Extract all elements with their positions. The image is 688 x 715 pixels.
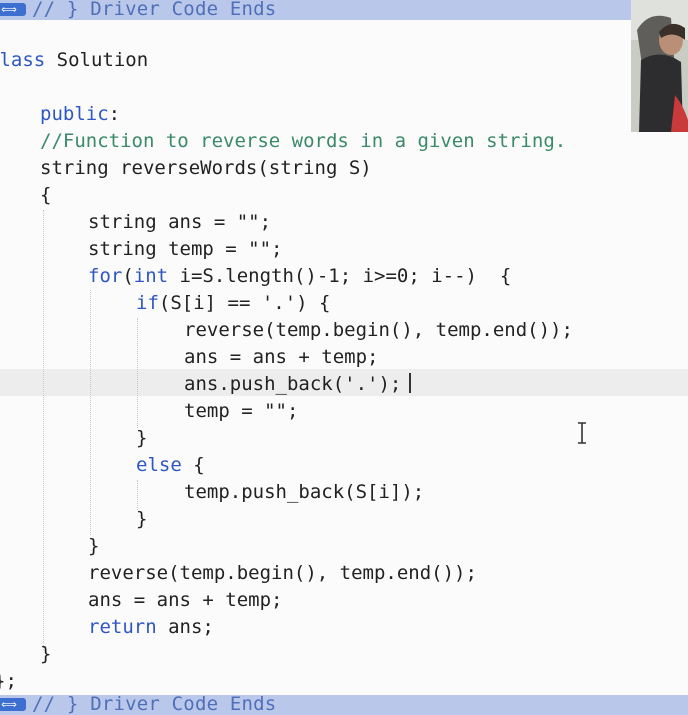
fold-toggle-icon[interactable]: ⟺: [0, 3, 26, 16]
fold-toggle-icon[interactable]: ⟺: [0, 698, 26, 711]
code-line: for(int i=S.length()-1; i>=0; i--) {: [88, 265, 512, 287]
folded-region-bottom[interactable]: ⟺ // } Driver Code Ends: [0, 693, 688, 715]
code-editor[interactable]: ⟺ // } Driver Code Ends class Solution {…: [0, 0, 688, 715]
code-line: string reverseWords(string S): [40, 157, 372, 179]
code-line: class Solution: [0, 49, 149, 71]
code-line: return ans;: [88, 616, 214, 638]
folded-region-top[interactable]: ⟺ // } Driver Code Ends: [0, 0, 688, 20]
fold-label: // } Driver Code Ends: [32, 0, 277, 20]
indent-guide: [90, 290, 91, 535]
code-line: ans = ans + temp;: [88, 589, 283, 611]
code-line: {: [0, 74, 1, 101]
presenter-video-image: [631, 0, 688, 132]
code-line: if(S[i] == '.') {: [136, 292, 331, 314]
code-line: };: [0, 670, 17, 692]
code-line: temp = "";: [184, 400, 299, 422]
code-line: }: [136, 508, 148, 530]
text-caret: [409, 373, 411, 393]
code-line: reverse(temp.begin(), temp.end());: [88, 562, 477, 584]
code-line: }: [88, 535, 100, 557]
code-line: reverse(temp.begin(), temp.end());: [184, 319, 573, 341]
code-line: }: [40, 643, 52, 665]
code-line: {: [40, 184, 52, 206]
code-line: string temp = "";: [88, 238, 283, 260]
code-line: temp.push_back(S[i]);: [184, 481, 425, 503]
code-comment: //Function to reverse words in a given s…: [40, 130, 567, 152]
fold-label: // } Driver Code Ends: [32, 693, 277, 715]
indent-guide: [137, 318, 138, 428]
code-line: string ans = "";: [88, 211, 272, 233]
code-line: }: [136, 427, 148, 449]
code-line: ans = ans + temp;: [184, 346, 379, 368]
ibeam-cursor-icon: [578, 422, 586, 444]
code-line: public:: [40, 103, 121, 125]
code-line: else {: [136, 454, 205, 476]
webcam-overlay: [631, 0, 688, 132]
indent-guide: [43, 210, 44, 650]
code-line: ans.push_back('.');: [184, 373, 402, 395]
